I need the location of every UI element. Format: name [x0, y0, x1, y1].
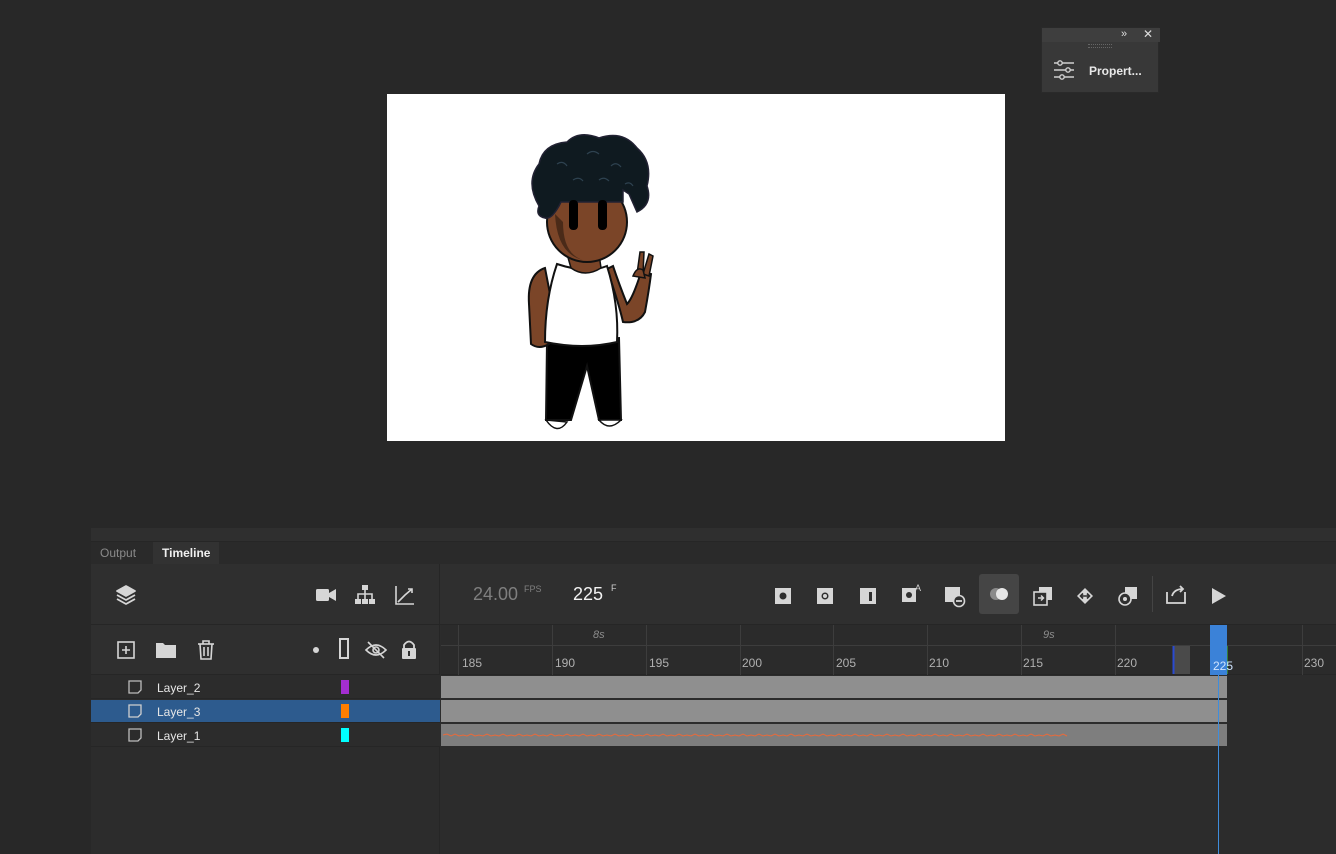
- fps-unit: FPS: [524, 584, 542, 594]
- layer-type-icon: [128, 680, 142, 694]
- expand-panel-icon[interactable]: »: [1121, 28, 1127, 40]
- onion-skin-button[interactable]: [979, 574, 1019, 614]
- remove-frame-icon[interactable]: [942, 584, 966, 608]
- swap-frames-icon[interactable]: [1073, 584, 1097, 608]
- camera-icon[interactable]: [314, 583, 338, 607]
- play-icon[interactable]: [1206, 584, 1230, 608]
- layer-row[interactable]: Layer_2: [91, 676, 440, 699]
- frame-label: 200: [742, 656, 763, 670]
- frame-label: 195: [649, 656, 670, 670]
- frame-label: 205: [836, 656, 857, 670]
- tab-output[interactable]: Output: [91, 542, 145, 564]
- insert-blank-keyframe-icon[interactable]: [813, 584, 837, 608]
- frame-span[interactable]: [441, 676, 1227, 698]
- timeline-toolbar: 24.00 FPS 225 F A: [91, 564, 1336, 625]
- current-frame-unit: F: [611, 583, 617, 593]
- audio-waveform: [442, 733, 1068, 737]
- stage-canvas[interactable]: [387, 94, 1005, 441]
- seconds-label: 9s: [1043, 629, 1055, 641]
- character-illustration[interactable]: [387, 94, 1005, 441]
- svg-text:A: A: [915, 583, 921, 593]
- parenting-icon[interactable]: [353, 583, 377, 607]
- layers-icon[interactable]: [114, 583, 138, 607]
- layer-toolbar: [91, 564, 440, 625]
- frame-label: 210: [929, 656, 950, 670]
- new-layer-icon[interactable]: [114, 638, 138, 662]
- layer-color-swatch[interactable]: [341, 704, 349, 718]
- frame-label: 230: [1304, 656, 1325, 670]
- layer-tools-bar: [91, 625, 440, 675]
- fps-value[interactable]: 24.00: [473, 584, 518, 605]
- properties-panel-button[interactable]: Propert...: [1042, 50, 1160, 90]
- hide-icon[interactable]: [364, 638, 388, 662]
- paste-frames-icon[interactable]: [1031, 584, 1055, 608]
- frame-label: 215: [1023, 656, 1044, 670]
- layer-name[interactable]: Layer_2: [157, 681, 200, 695]
- frame-label: 185: [462, 656, 483, 670]
- frame-label: 190: [555, 656, 576, 670]
- tab-timeline[interactable]: Timeline: [153, 542, 220, 564]
- frames-row[interactable]: [441, 700, 1336, 723]
- layer-color-swatch[interactable]: [341, 680, 349, 694]
- paste-motion-icon[interactable]: [1116, 584, 1140, 608]
- timeline-panel: Output Timeline 24.00 FPS 225 F A 8s 9s …: [91, 528, 1336, 854]
- properties-panel: » ✕ Propert...: [1041, 27, 1160, 93]
- layer-list-empty-area[interactable]: [91, 747, 440, 854]
- current-frame-value[interactable]: 225: [573, 584, 603, 605]
- panel-drag-strip[interactable]: [91, 528, 1336, 542]
- close-panel-icon[interactable]: ✕: [1143, 27, 1153, 41]
- properties-panel-label: Propert...: [1089, 64, 1142, 78]
- lock-icon[interactable]: [397, 638, 421, 662]
- frames-row[interactable]: [441, 676, 1336, 699]
- layer-row[interactable]: Layer_1: [91, 724, 440, 747]
- layer-name[interactable]: Layer_3: [157, 705, 200, 719]
- insert-keyframe-icon[interactable]: [771, 584, 795, 608]
- graph-icon[interactable]: [393, 583, 417, 607]
- layer-color-swatch[interactable]: [341, 728, 349, 742]
- layer-type-icon: [128, 704, 142, 718]
- auto-keyframe-icon[interactable]: A: [899, 582, 923, 606]
- frames-row[interactable]: [441, 724, 1336, 747]
- delete-icon[interactable]: [194, 638, 218, 662]
- panel-tab-bar: Output Timeline: [91, 542, 1336, 564]
- new-folder-icon[interactable]: [154, 638, 178, 662]
- seconds-label: 8s: [593, 629, 605, 641]
- frame-label: 220: [1117, 656, 1138, 670]
- timeline-ruler[interactable]: 8s 9s 185 190 195 200 205 210 215 220 23…: [441, 625, 1336, 675]
- layer-row-selected[interactable]: Layer_3: [91, 700, 440, 723]
- loop-icon[interactable]: [1164, 583, 1188, 607]
- highlight-dot-icon[interactable]: [313, 647, 319, 653]
- frame-span[interactable]: [441, 700, 1227, 722]
- layer-name[interactable]: Layer_1: [157, 729, 200, 743]
- outline-icon[interactable]: [339, 638, 349, 659]
- insert-frame-icon[interactable]: [856, 584, 880, 608]
- onion-skin-icon: [990, 588, 1008, 600]
- toolbar-divider: [1152, 576, 1153, 612]
- panel-grip[interactable]: [1088, 44, 1112, 48]
- playhead-frame-label: 225: [1213, 659, 1234, 673]
- sliders-icon: [1054, 60, 1074, 80]
- layer-type-icon: [128, 728, 142, 742]
- ruler-ticks: [441, 625, 1336, 675]
